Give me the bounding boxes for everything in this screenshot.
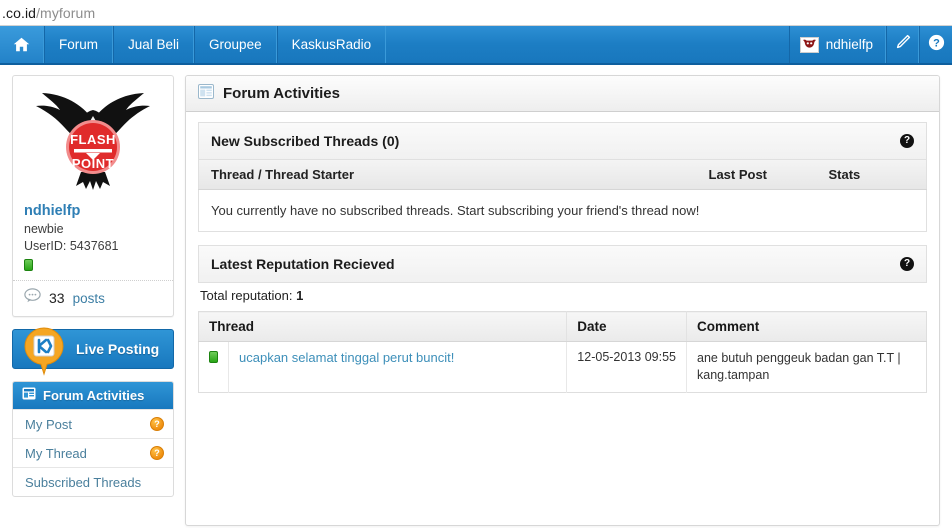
sidebar-nav-card: Forum Activities My Post ? My Thread ? S… [12,381,174,497]
table-row: You currently have no subscribed threads… [198,189,927,232]
table-header-row: Thread / Thread Starter Last Post Stats [198,160,927,190]
profile-rank-label: newbie [24,222,64,236]
profile-info: ndhielfp newbie UserID: 5437681 [13,202,173,280]
sidebar-item-subscribed-threads[interactable]: Subscribed Threads [13,467,173,496]
nav-help-button[interactable]: ? [919,26,952,63]
row-date-cell: 12-05-2013 09:55 [566,341,687,393]
total-reputation-row: Total reputation: 1 [198,283,927,311]
help-icon[interactable]: ? [900,134,914,148]
nav-left-group: Forum Jual Beli Groupee KaskusRadio [0,26,387,63]
url-domain-text: .co.id [2,4,37,21]
browser-url-bar[interactable]: .co.id /myforum [0,0,952,26]
empty-state-message: You currently have no subscribed threads… [198,189,927,232]
column-header-comment: Comment [686,311,927,342]
reputation-panel-title: Latest Reputation Recieved [211,256,395,272]
column-header-date: Date [566,311,687,342]
live-posting-label: Live Posting [76,341,160,357]
row-comment-cell: ane butuh penggeuk badan gan T.T | kang.… [686,341,927,393]
nav-item-label: Jual Beli [128,37,180,52]
table-head: Thread Date Comment [198,311,927,342]
top-navigation-bar: Forum Jual Beli Groupee KaskusRadio ndhi… [0,26,952,65]
sidebar-item-my-post[interactable]: My Post ? [13,409,173,438]
nav-item-label: KaskusRadio [291,37,372,52]
subscribed-threads-table: Thread / Thread Starter Last Post Stats … [198,160,927,232]
table-body: ucapkan selamat tinggal perut buncit! 12… [198,341,927,393]
help-badge-icon[interactable]: ? [150,417,164,431]
page-title: Forum Activities [223,85,340,102]
online-status-icon [24,259,33,271]
total-reputation-value: 1 [296,288,304,303]
column-header-last-post: Last Post [696,160,817,190]
main-panel-header: Forum Activities [186,76,939,112]
sidebar-nav-card-title: Forum Activities [43,388,145,403]
table-head: Thread / Thread Starter Last Post Stats [198,160,927,190]
nav-edit-button[interactable] [886,26,919,63]
speech-bubble-icon [24,288,41,308]
nav-item-kaskusradio[interactable]: KaskusRadio [276,26,387,63]
reputation-panel-header: Latest Reputation Recieved ? [198,245,927,283]
total-reputation-label: Total reputation: [200,288,293,303]
profile-userid-label: UserID: 5437681 [24,239,119,253]
nav-home-button[interactable] [0,26,44,63]
row-thread-cell: ucapkan selamat tinggal perut buncit! [228,341,568,393]
live-posting-button[interactable]: Live Posting [12,327,174,376]
panel-list-icon [198,83,214,104]
help-badge-icon[interactable]: ? [150,446,164,460]
column-header-stats: Stats [816,160,927,190]
svg-text:FLASH: FLASH [70,132,116,147]
sidebar: FLASH POINT ndhielfp newbie UserID: 5437… [12,75,174,526]
sidebar-forum-activities-header[interactable]: Forum Activities [13,382,173,409]
posts-count-value: 33 [49,290,65,306]
forum-activities-icon [22,387,36,405]
kaskus-pin-icon [22,325,66,377]
profile-card: FLASH POINT ndhielfp newbie UserID: 5437… [12,75,174,317]
nav-username-label: ndhielfp [825,37,873,52]
table-body: You currently have no subscribed threads… [198,189,927,232]
nav-item-jual-beli[interactable]: Jual Beli [113,26,195,63]
profile-posts-row[interactable]: 33 posts [13,280,173,316]
column-header-thread: Thread [198,311,568,342]
avatar-wrapper: FLASH POINT [13,76,173,202]
svg-text:POINT: POINT [72,156,114,171]
thread-link[interactable]: ucapkan selamat tinggal perut buncit! [239,350,454,365]
subscribed-threads-panel: New Subscribed Threads (0) ? Thread / Th… [198,122,927,232]
profile-username-link[interactable]: ndhielfp [24,202,162,221]
nav-item-groupee[interactable]: Groupee [194,26,277,63]
green-thread-icon [209,351,218,363]
nav-user-menu[interactable]: ndhielfp [788,26,886,63]
sidebar-item-my-thread[interactable]: My Thread ? [13,438,173,467]
page-body: FLASH POINT ndhielfp newbie UserID: 5437… [0,65,952,526]
url-path-text: /myforum [36,4,96,21]
reputation-table: Thread Date Comment ucapkan selamat ting… [198,311,927,393]
help-icon[interactable]: ? [900,257,914,271]
home-icon [13,37,30,52]
main-body: New Subscribed Threads (0) ? Thread / Th… [186,112,939,393]
row-thread-status-cell [198,341,229,393]
reputation-panel: Latest Reputation Recieved ? Total reput… [198,245,927,393]
eagle-flashpoint-avatar: FLASH POINT [26,90,160,194]
sidebar-item-label: Subscribed Threads [25,474,142,490]
subscribed-threads-title: New Subscribed Threads (0) [211,133,400,149]
nav-item-label: Groupee [209,37,262,52]
help-circle-icon: ? [928,34,945,56]
avatar-bull-icon [799,36,819,53]
sidebar-item-label: My Post [25,416,72,432]
nav-right-group: ndhielfp ? [788,26,952,63]
column-header-thread-starter: Thread / Thread Starter [198,160,697,190]
nav-item-forum[interactable]: Forum [44,26,114,63]
svg-text:?: ? [933,37,940,49]
main-content-panel: Forum Activities New Subscribed Threads … [185,75,940,526]
table-header-row: Thread Date Comment [198,311,927,342]
sidebar-item-label: My Thread [25,445,87,461]
pencil-icon [895,34,911,55]
table-row: ucapkan selamat tinggal perut buncit! 12… [198,341,927,393]
posts-label-link[interactable]: posts [73,291,105,306]
nav-item-label: Forum [59,37,99,52]
subscribed-threads-header: New Subscribed Threads (0) ? [198,122,927,160]
